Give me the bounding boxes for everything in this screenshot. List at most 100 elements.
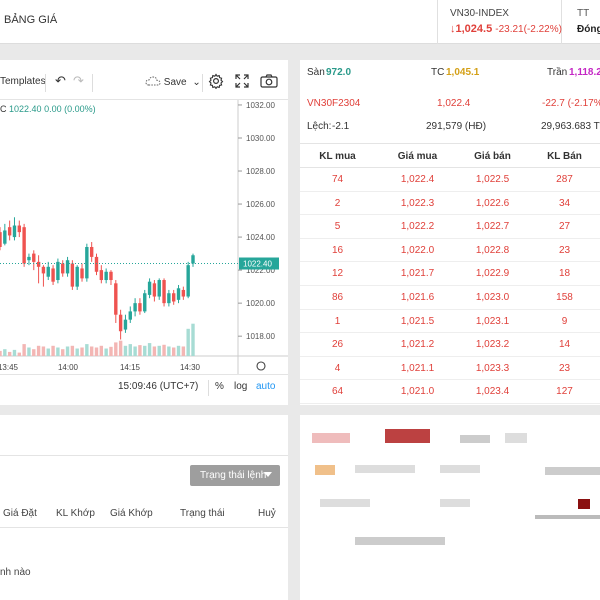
orderbook-row[interactable]: 26 1,021.2 1,023.2 14: [300, 333, 600, 357]
chart-bottom-bar: 15:09:46 (UTC+7) % log auto: [0, 374, 288, 404]
ask-price: 1,023.4: [475, 386, 510, 398]
candle-body: [128, 311, 132, 320]
chart-panel: Templates ↶ ↷ Save ⌄ C 1022.40 0.00 (0.0…: [0, 60, 288, 405]
auto-toggle[interactable]: auto: [256, 381, 275, 392]
volume-bar: [138, 345, 142, 356]
fullscreen-icon[interactable]: [235, 74, 249, 91]
floor-value: 972.0: [326, 67, 352, 78]
volume-bar: [27, 347, 31, 356]
camera-icon[interactable]: [260, 74, 278, 91]
bid-volume: 5: [334, 221, 341, 233]
redacted-block: [320, 499, 370, 507]
axis-settings-icon: [256, 361, 266, 371]
candle-body: [109, 271, 113, 281]
symbol-last: 1,022.4: [437, 98, 471, 109]
templates-button[interactable]: Templates: [0, 76, 46, 87]
undo-icon[interactable]: ↶: [55, 73, 66, 89]
bid-price: 1,021.0: [400, 386, 435, 398]
page-title: BẢNG GIÁ: [4, 14, 58, 26]
volume-bar: [61, 349, 65, 356]
candle-body: [22, 227, 26, 264]
candle-body: [167, 293, 171, 304]
price-tick-label: 1028.00: [246, 167, 275, 176]
orderbook-row[interactable]: 86 1,021.6 1,023.0 158: [300, 286, 600, 310]
candle-body: [172, 293, 176, 302]
volume-bar: [133, 346, 137, 356]
toolbar-divider: [92, 74, 93, 92]
orderbook-row[interactable]: 5 1,022.2 1,022.7 27: [300, 215, 600, 239]
symbol-code[interactable]: VN30F2304: [307, 98, 360, 109]
bid-price: 1,021.2: [400, 339, 435, 351]
candle-body: [65, 260, 70, 274]
redacted-panel: [300, 415, 600, 600]
redacted-block: [355, 537, 445, 545]
toolbar-divider: [202, 74, 203, 92]
candlestick-chart[interactable]: 1032.00 1030.00 1028.00 1026.00 1024.00 1022.…: [0, 100, 288, 375]
candle-body: [99, 270, 104, 281]
floor-label: Sàn: [307, 67, 325, 78]
market-status: TT Đóng: [577, 8, 600, 35]
symbol-change: -22.7 (-2.17%): [542, 98, 600, 109]
candle-body: [89, 246, 94, 257]
orderbook-row[interactable]: 64 1,021.0 1,023.4 127: [300, 380, 600, 404]
volume-bar: [22, 344, 26, 356]
orderbook-row[interactable]: 12 1,021.7 1,022.9 18: [300, 262, 600, 286]
bid-price: 1,021.7: [400, 268, 435, 280]
candle-body: [56, 261, 60, 281]
candle-body: [123, 319, 128, 330]
candle-body: [152, 283, 157, 297]
orderbook-row[interactable]: 2 1,022.3 1,022.6 34: [300, 192, 600, 216]
ask-price: 1,023.3: [475, 362, 510, 374]
index-ticker[interactable]: VN30-INDEX ↓1,024.5 -23.21(-2.22%): [437, 0, 562, 44]
redacted-block: [312, 433, 350, 443]
volume-bar: [32, 349, 36, 356]
ask-price: 1,022.9: [475, 268, 510, 280]
candle-body: [118, 314, 123, 332]
ask-volume: 23: [558, 244, 571, 256]
time-tick-label: 14:00: [58, 363, 79, 372]
price-tick-label: 1032.00: [246, 101, 275, 110]
candle-body: [61, 263, 65, 274]
time-tick-label: 14:15: [120, 363, 141, 372]
ask-price: 1,023.0: [475, 292, 510, 303]
bid-price: 1,021.5: [400, 315, 435, 327]
chevron-down-icon: ⌄: [192, 77, 201, 88]
volume-bar: [99, 345, 104, 356]
log-toggle[interactable]: log: [234, 381, 247, 392]
chart-area[interactable]: C 1022.40 0.00 (0.00%) 1032.00 1030.00 102…: [0, 100, 288, 405]
volume-bar: [172, 347, 176, 356]
orderbook-row[interactable]: 1 1,021.5 1,023.1 9: [300, 310, 600, 334]
orders-panel: Trạng thái lệnh Giá Đặt KL Khớp Giá Khớp…: [0, 415, 288, 600]
toolbar-divider: [45, 74, 46, 92]
chart-toolbar: Templates ↶ ↷ Save ⌄: [0, 66, 288, 100]
redacted-block: [440, 499, 470, 507]
col-ask-price: Giá bán: [474, 151, 511, 162]
col-ask-volume: KL Bán: [547, 151, 582, 162]
candle-body: [41, 266, 46, 274]
orderbook-row[interactable]: 4 1,021.1 1,023.3 23: [300, 357, 600, 381]
orderbook-row[interactable]: 16 1,022.0 1,022.8 23: [300, 239, 600, 263]
order-status-dropdown[interactable]: Trạng thái lệnh: [190, 465, 280, 486]
volume-bar: [123, 345, 128, 356]
candle-body: [12, 225, 17, 238]
orderbook-row[interactable]: 74 1,022.4 1,022.5 287: [300, 168, 600, 192]
ref-value: 1,045.1: [446, 67, 480, 78]
save-button[interactable]: Save ⌄: [145, 76, 201, 88]
bottom-divider: [208, 380, 209, 396]
price-panel: Sàn 972.0 TC 1,045.1 Trần 1,118.2 VN30F2…: [300, 60, 600, 405]
volume-bar: [80, 347, 84, 356]
col-bid-volume: KL mua: [319, 151, 356, 162]
volume-bar: [56, 347, 60, 356]
candle-body: [191, 255, 195, 264]
candle-body: [0, 232, 2, 247]
col-matched-price: Giá Khớp: [110, 508, 153, 519]
volume-bar: [176, 345, 181, 356]
redo-icon[interactable]: ↷: [73, 73, 84, 89]
price-tick-label: 1030.00: [246, 134, 275, 143]
volume-bar: [143, 345, 147, 356]
ask-price: 1,023.1: [475, 315, 510, 327]
price-tick-label: 1024.00: [246, 233, 275, 242]
settings-gear-icon[interactable]: [208, 73, 224, 92]
bid-volume: 64: [331, 386, 344, 398]
percent-toggle[interactable]: %: [215, 381, 224, 392]
